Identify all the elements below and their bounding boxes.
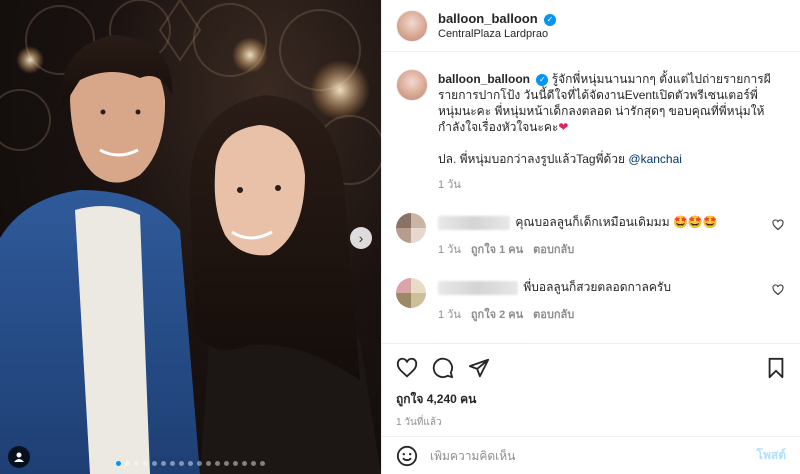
caption-heart-emoji: ❤ — [558, 120, 569, 134]
post-time[interactable]: 1 วันที่แล้ว — [396, 415, 786, 430]
comment-text: คุณบอลลูนก็เด็กเหมือนเดิมมม 🤩🤩🤩 — [515, 215, 718, 229]
comment-like-heart-icon[interactable] — [772, 219, 784, 231]
post-detail-panel: balloon_balloon ✓ CentralPlaza Lardprao … — [381, 0, 800, 474]
comment-reply-button[interactable]: ตอบกลับ — [533, 240, 574, 258]
commenter-username-blurred[interactable] — [438, 215, 510, 230]
chevron-right-icon: › — [358, 230, 364, 246]
verified-badge-icon: ✓ — [544, 13, 557, 26]
caption-ps-text: ปล. พี่หนุ่มบอกว่าลงรูปแล้วTagพี่ด้วย — [438, 152, 626, 166]
next-photo-button[interactable]: › — [350, 227, 372, 249]
likes-count[interactable]: ถูกใจ 4,240 คน — [396, 390, 786, 409]
post-photo-image — [0, 0, 381, 474]
comment-icon[interactable] — [432, 357, 454, 379]
commenter-username-blurred[interactable] — [438, 280, 518, 295]
comment-like-heart-icon[interactable] — [772, 284, 784, 296]
carousel-dot — [161, 461, 166, 466]
commenter-avatar[interactable] — [396, 213, 426, 243]
caption-mention-link[interactable]: @kanchai — [628, 152, 682, 166]
comment-reply-button[interactable]: ตอบกลับ — [533, 305, 574, 323]
post-header: balloon_balloon ✓ CentralPlaza Lardprao — [382, 0, 800, 52]
carousel-indicator — [0, 461, 381, 466]
commenter-avatar[interactable] — [396, 278, 426, 308]
carousel-dot — [215, 461, 220, 466]
author-username[interactable]: balloon_balloon — [438, 11, 538, 26]
comments-section[interactable]: balloon_balloon ✓ รู้จักพี่หนุ่มนานมากๆ … — [382, 53, 800, 343]
comment-input[interactable] — [430, 448, 757, 463]
carousel-dot — [179, 461, 184, 466]
comment-time: 1 วัน — [438, 309, 461, 321]
carousel-dot — [143, 461, 148, 466]
carousel-dot — [188, 461, 193, 466]
emoji-icon[interactable] — [396, 445, 418, 467]
carousel-dot — [233, 461, 238, 466]
carousel-dot — [116, 461, 121, 466]
carousel-dot — [206, 461, 211, 466]
comment-time: 1 วัน — [438, 244, 461, 256]
save-icon[interactable] — [766, 357, 786, 379]
comment-text: พี่บอลลูนก็สวยตลอดกาลครับ — [523, 280, 671, 294]
verified-badge-icon: ✓ — [536, 73, 549, 86]
heart-icon[interactable] — [396, 357, 418, 379]
post-location[interactable]: CentralPlaza Lardprao — [438, 28, 556, 40]
caption-username[interactable]: balloon_balloon — [438, 72, 530, 86]
carousel-dot — [197, 461, 202, 466]
carousel-dot — [242, 461, 247, 466]
caption-time: 1 วัน — [438, 179, 461, 191]
post-photo[interactable]: › — [0, 0, 381, 474]
comment-item: คุณบอลลูนก็เด็กเหมือนเดิมมม 🤩🤩🤩 1 วัน ถู… — [396, 213, 786, 258]
author-avatar[interactable] — [396, 9, 428, 42]
carousel-dot — [134, 461, 139, 466]
add-comment-bar: โพสต์ — [382, 436, 800, 474]
carousel-dot — [170, 461, 175, 466]
carousel-dot — [260, 461, 265, 466]
carousel-dot — [224, 461, 229, 466]
comment-likes[interactable]: ถูกใจ 1 คน — [471, 240, 523, 258]
post-actions: ถูกใจ 4,240 คน 1 วันที่แล้ว — [382, 343, 800, 433]
post-caption: balloon_balloon ✓ รู้จักพี่หนุ่มนานมากๆ … — [396, 53, 786, 193]
carousel-dot — [251, 461, 256, 466]
carousel-dot — [152, 461, 157, 466]
share-icon[interactable] — [468, 357, 490, 379]
caption-avatar[interactable] — [396, 69, 428, 101]
comment-likes[interactable]: ถูกใจ 2 คน — [471, 305, 523, 323]
carousel-dot — [125, 461, 130, 466]
comment-item: พี่บอลลูนก็สวยตลอดกาลครับ 1 วัน ถูกใจ 2 … — [396, 278, 786, 323]
post-comment-button[interactable]: โพสต์ — [757, 446, 786, 465]
